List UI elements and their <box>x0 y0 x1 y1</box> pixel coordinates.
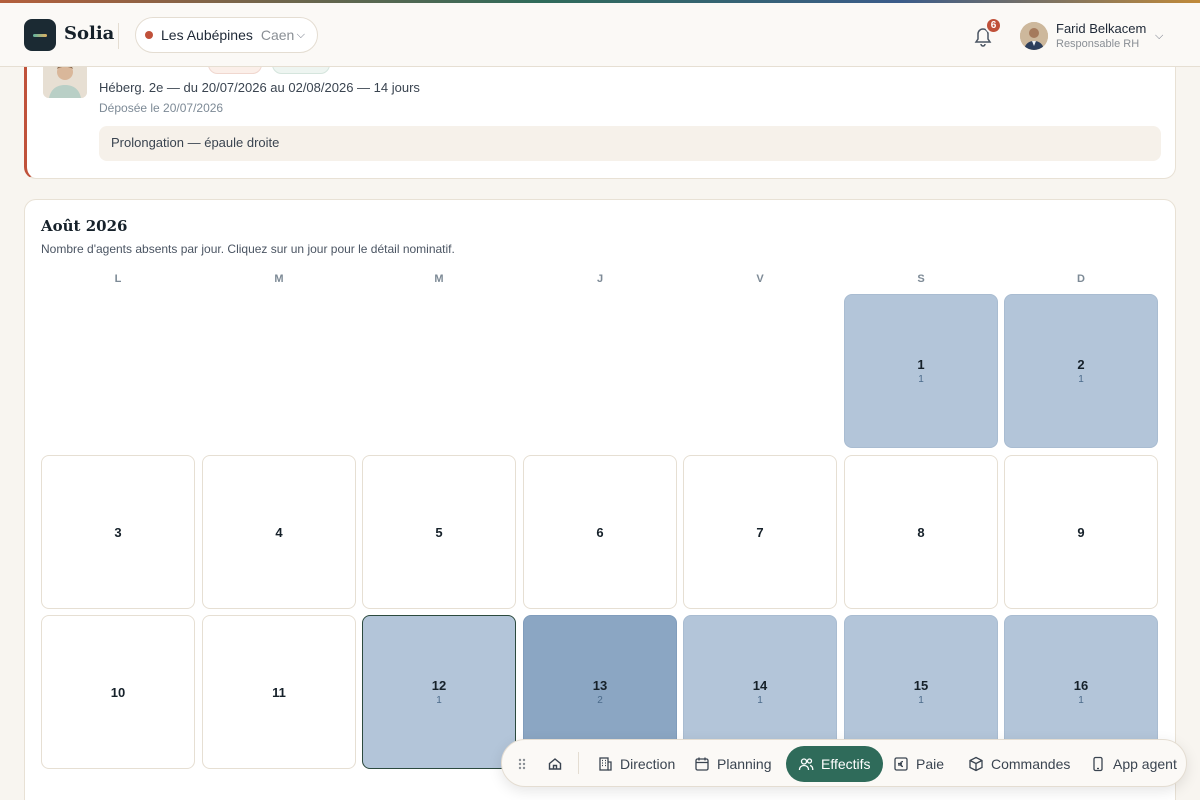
euro-icon <box>893 756 909 772</box>
nav-item-effectifs[interactable]: Effectifs <box>786 746 883 782</box>
calendar-day[interactable]: 12 1 <box>362 615 516 769</box>
home-icon[interactable] <box>547 746 563 782</box>
nav-item-app-agent[interactable]: App agent <box>1090 746 1177 782</box>
calendar-day[interactable]: 7 <box>683 455 837 609</box>
brand-stripe <box>0 0 1200 3</box>
nav-label: Commandes <box>991 756 1071 772</box>
app-name: Solia <box>64 23 115 44</box>
avatar[interactable] <box>1020 22 1048 50</box>
chevron-down-icon: ⌵ <box>296 28 305 41</box>
day-number: 11 <box>272 684 286 700</box>
divider <box>118 23 119 49</box>
weekday-header: M <box>434 273 444 285</box>
absent-count: 1 <box>757 695 763 706</box>
users-icon <box>798 756 814 772</box>
day-number: 13 <box>592 678 608 693</box>
day-number: 6 <box>596 524 604 540</box>
user-role: Responsable RH <box>1056 38 1140 50</box>
site-selector[interactable]: Les Aubépines Caen ⌵ <box>135 17 318 53</box>
calendar-day[interactable]: 6 <box>523 455 677 609</box>
calendar-day[interactable]: 4 <box>202 455 356 609</box>
nav-label: Paie <box>916 756 945 772</box>
divider <box>578 752 579 774</box>
calendar-day[interactable]: 21 <box>1004 294 1158 448</box>
weekday-header: M <box>274 273 284 285</box>
box-icon <box>968 756 984 772</box>
day-number: 9 <box>1077 524 1085 540</box>
request-note: Prolongation — épaule droite <box>99 126 1161 161</box>
weekday-header: D <box>1077 273 1085 285</box>
calendar-title: Août 2026 <box>41 217 128 235</box>
nav-item-direction[interactable]: Direction <box>597 746 675 782</box>
absent-count: 1 <box>1078 695 1084 706</box>
absent-count: 1 <box>918 374 924 385</box>
phone-icon <box>1090 756 1106 772</box>
day-number: 10 <box>110 684 126 700</box>
day-number: 16 <box>1073 678 1089 693</box>
day-number: 2 <box>1077 357 1085 372</box>
calendar-day[interactable]: 9 <box>1004 455 1158 609</box>
request-submitted-date: Déposée le 20/07/2026 <box>99 101 224 115</box>
day-number: 5 <box>435 524 443 540</box>
weekday-header: S <box>917 273 925 285</box>
absent-count: 2 <box>597 695 603 706</box>
site-name: Les Aubépines <box>161 27 253 43</box>
calendar-day[interactable]: 11 <box>202 615 356 769</box>
day-number: 12 <box>431 678 447 693</box>
absence-calendar-card: Août 2026 Nombre d'agents absents par jo… <box>24 199 1176 800</box>
bottom-nav: Direction Planning Effectifs Paie Commandes A… <box>501 739 1187 787</box>
site-city: Caen <box>260 27 295 43</box>
chevron-down-icon[interactable]: ⌵ <box>1155 30 1163 43</box>
nav-item-planning[interactable]: Planning <box>694 746 772 782</box>
day-number: 4 <box>275 524 283 540</box>
nav-label: Planning <box>717 756 772 772</box>
nav-item-paie[interactable]: Paie <box>893 746 944 782</box>
site-status-dot <box>145 31 153 39</box>
nav-label: Direction <box>620 756 676 772</box>
nav-item-commandes[interactable]: Commandes <box>968 746 1070 782</box>
notification-badge: 6 <box>985 17 1002 34</box>
day-number: 7 <box>756 524 764 540</box>
nav-label: App agent <box>1113 756 1177 772</box>
day-number: 3 <box>114 524 122 540</box>
nav-label: Effectifs <box>821 756 871 772</box>
building-icon <box>597 756 613 772</box>
calendar-day[interactable]: 10 <box>41 615 195 769</box>
calendar-icon <box>694 756 710 772</box>
calendar-day[interactable]: 5 <box>362 455 516 609</box>
drag-handle-icon[interactable] <box>514 746 530 782</box>
absent-count: 1 <box>436 695 442 706</box>
request-details: Héberg. 2e — du 20/07/2026 au 02/08/2026… <box>99 80 420 95</box>
absent-count: 1 <box>918 695 924 706</box>
absent-count: 1 <box>1078 374 1084 385</box>
calendar-subtitle: Nombre d'agents absents par jour. Clique… <box>41 242 455 256</box>
day-number: 8 <box>917 524 925 540</box>
calendar-day[interactable]: 3 <box>41 455 195 609</box>
weekday-header: L <box>114 273 122 285</box>
weekday-header: J <box>596 273 604 285</box>
day-number: 14 <box>752 678 768 693</box>
day-number: 15 <box>913 678 929 693</box>
calendar-day[interactable]: 11 <box>844 294 998 448</box>
day-number: 1 <box>917 357 925 372</box>
calendar-day[interactable]: 8 <box>844 455 998 609</box>
top-bar: Solia Les Aubépines Caen ⌵ 6 Farid Belka… <box>0 3 1200 67</box>
app-logo[interactable] <box>24 19 56 51</box>
weekday-header: V <box>756 273 764 285</box>
user-name[interactable]: Farid Belkacem <box>1056 21 1146 36</box>
